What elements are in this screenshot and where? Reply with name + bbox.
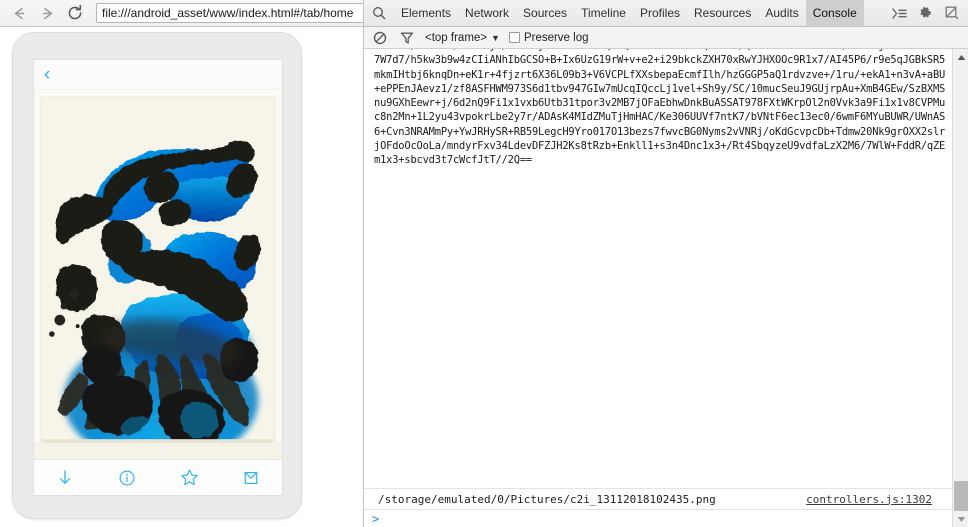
devtools-window: file:///android_asset/www/index.html#/ta… xyxy=(0,0,968,527)
preserve-log-label: Preserve log xyxy=(523,31,589,44)
base64-data-uri-text: 4knJP1/u6ru29/6U5+wy6/s6v2Cy5u1nS9e1tPQS… xyxy=(374,49,946,166)
tab-profiles[interactable]: Profiles xyxy=(633,0,687,26)
tab-sources[interactable]: Sources xyxy=(516,0,574,26)
clear-console-icon[interactable] xyxy=(371,29,389,47)
address-bar-value: file:///android_asset/www/index.html#/ta… xyxy=(102,6,354,20)
tab-resources[interactable]: Resources xyxy=(687,0,758,26)
back-icon[interactable] xyxy=(6,1,32,25)
mail-icon[interactable] xyxy=(220,460,282,495)
scrollbar-up-arrow-icon[interactable] xyxy=(953,49,968,65)
console-input-prompt[interactable]: > xyxy=(364,510,968,527)
tab-audits-label: Audits xyxy=(765,6,799,20)
tab-resources-label: Resources xyxy=(694,6,752,20)
info-icon[interactable] xyxy=(96,460,158,495)
phone-screen: ‹ xyxy=(33,59,283,496)
device-emulation-pane: ‹ xyxy=(0,28,363,527)
console-scrollbar[interactable] xyxy=(952,49,968,527)
tab-network-label: Network xyxy=(465,6,510,20)
image-file-path: /storage/emulated/0/Pictures/c2i_1311201… xyxy=(378,492,716,506)
artwork-viewer[interactable] xyxy=(34,90,282,459)
devtools-tabs: Elements Network Sources Timeline Profil… xyxy=(394,0,864,26)
execution-context-value: <top frame> xyxy=(425,31,488,44)
tab-network[interactable]: Network xyxy=(458,0,516,26)
devtools-toolbar: Elements Network Sources Timeline Profil… xyxy=(363,0,968,27)
dock-to-side-icon[interactable] xyxy=(891,5,908,22)
star-icon[interactable] xyxy=(158,460,220,495)
address-bar[interactable]: file:///android_asset/www/index.html#/ta… xyxy=(96,3,380,23)
preserve-log-checkbox[interactable] xyxy=(508,32,520,43)
forward-icon[interactable] xyxy=(34,1,60,25)
devtools-toolbar-actions xyxy=(891,5,968,22)
execution-context-selector[interactable]: <top frame> ▼ xyxy=(425,32,500,44)
chevron-down-icon: ▼ xyxy=(491,32,500,43)
phone-frame: ‹ xyxy=(12,32,302,519)
console-filter-bar: <top frame> ▼ Preserve log xyxy=(363,27,968,49)
tab-elements[interactable]: Elements xyxy=(394,0,458,26)
tab-timeline-label: Timeline xyxy=(581,6,626,20)
tab-console[interactable]: Console xyxy=(805,0,864,26)
tab-console-label: Console xyxy=(812,6,857,20)
tab-elements-label: Elements xyxy=(401,6,452,20)
search-icon[interactable] xyxy=(364,0,394,26)
console-message-base64[interactable]: 4knJP1/u6ru29/6U5+wy6/s6v2Cy5u1nS9e1tPQS… xyxy=(364,49,968,489)
settings-gear-icon[interactable] xyxy=(917,5,934,22)
app-header-bar: ‹ xyxy=(34,60,282,90)
chevron-left-icon[interactable]: ‹ xyxy=(44,65,50,84)
scrollbar-thumb[interactable] xyxy=(954,481,968,511)
tab-timeline[interactable]: Timeline xyxy=(574,0,633,26)
console-message-path-row: /storage/emulated/0/Pictures/c2i_1311201… xyxy=(364,489,968,510)
tab-sources-label: Sources xyxy=(523,6,568,20)
tab-audits[interactable]: Audits xyxy=(758,0,805,26)
undock-icon[interactable] xyxy=(943,5,960,22)
preserve-log-toggle[interactable]: Preserve log xyxy=(508,31,589,44)
prompt-caret-icon: > xyxy=(372,512,380,526)
filter-funnel-icon[interactable] xyxy=(398,29,416,47)
console-messages-panel[interactable]: 4knJP1/u6ru29/6U5+wy6/s6v2Cy5u1nS9e1tPQS… xyxy=(363,49,968,527)
browser-nav-buttons xyxy=(0,1,88,25)
abstract-ink-painting xyxy=(34,90,282,459)
app-tab-bar xyxy=(34,459,282,495)
scrollbar-down-arrow-icon[interactable] xyxy=(953,511,968,527)
reload-icon[interactable] xyxy=(62,1,88,25)
download-icon[interactable] xyxy=(34,460,96,495)
tab-profiles-label: Profiles xyxy=(639,6,680,20)
console-source-link[interactable]: controllers.js:1302 xyxy=(806,493,952,506)
